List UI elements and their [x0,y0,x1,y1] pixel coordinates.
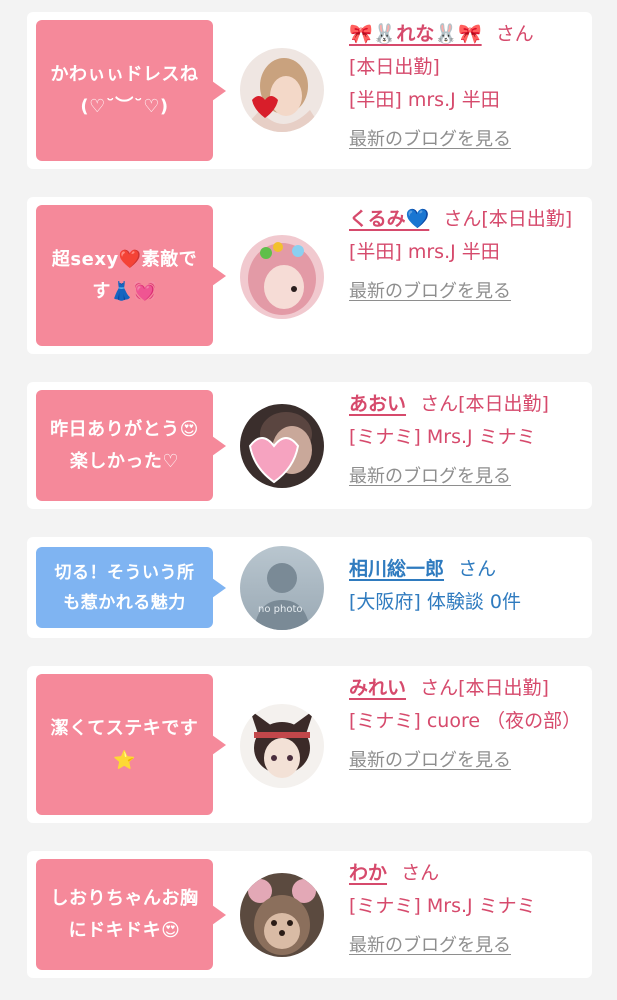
work-status: [本日出勤] [458,677,549,699]
review-card: かわぃぃドレスね (♡˘︶˘♡) 🎀🐰れな🐰🎀 さん [本日出勤] [半田] m… [27,12,592,169]
reviewer-name-link[interactable]: 🎀🐰れな🐰🎀 [349,23,482,45]
comment-line: す👗💓 [92,280,157,302]
reviewer-info: くるみ💙 さん[本日出勤] [半田] mrs.J 半田 最新のブログを見る [349,203,581,308]
comment-line: 超sexy❤️素敵で [51,248,198,270]
reviewer-name-link[interactable]: あおい [349,393,406,415]
reviewer-info: わか さん [ミナミ] Mrs.J ミナミ 最新のブログを見る [349,857,581,962]
work-status: [本日出勤] [349,56,440,78]
experience-count: [大阪府] 体験談 0件 [349,591,521,613]
reviewer-name-link[interactable]: 相川総一郎 [349,558,444,580]
comment-line: (♡˘︶˘♡) [80,95,169,117]
comment-line: 潔くてステキです [50,717,199,739]
work-status: [本日出勤] [481,208,573,230]
review-card: 潔くてステキです ⭐ みれい さん[本日出勤] [ミナミ] cuore （夜の部… [27,666,592,823]
comment-bubble: かわぃぃドレスね (♡˘︶˘♡) [36,20,226,161]
comment-line: 楽しかった♡ [69,450,180,472]
shop-name: [ミナミ] cuore （夜の部） [349,710,582,732]
reviewer-info: 🎀🐰れな🐰🎀 さん [本日出勤] [半田] mrs.J 半田 最新のブログを見る [349,18,581,156]
shop-name: [半田] mrs.J 半田 [349,89,500,111]
avatar[interactable] [240,48,324,132]
comment-line: 昨日ありがとう😍 [50,418,199,440]
latest-blog-link[interactable]: 最新のブログを見る [349,744,581,777]
comment-bubble: しおりちゃんお胸 にドキドキ😍 [36,859,226,970]
avatar[interactable] [240,235,324,319]
shop-name: [ミナミ] Mrs.J ミナミ [349,426,536,448]
honorific: さん [458,558,497,580]
honorific: さん [401,862,440,884]
shop-name: [半田] mrs.J 半田 [349,241,500,263]
latest-blog-link[interactable]: 最新のブログを見る [349,929,581,962]
latest-blog-link[interactable]: 最新のブログを見る [349,123,581,156]
honorific: さん [443,208,482,230]
avatar[interactable]: no photo [240,546,324,630]
latest-blog-link[interactable]: 最新のブログを見る [349,275,581,308]
latest-blog-link[interactable]: 最新のブログを見る [349,460,581,493]
review-card: 切る！そういう所 も惹かれる魅力 no photo 相川総一郎 さん [大阪府]… [27,537,592,638]
honorific: さん [420,393,459,415]
reviewer-name-link[interactable]: みれい [349,677,406,699]
review-list: かわぃぃドレスね (♡˘︶˘♡) 🎀🐰れな🐰🎀 さん [本日出勤] [半田] m… [0,0,617,1000]
comment-bubble: 昨日ありがとう😍 楽しかった♡ [36,390,226,501]
shop-name: [ミナミ] Mrs.J ミナミ [349,895,536,917]
reviewer-name-link[interactable]: くるみ💙 [349,208,429,230]
avatar[interactable] [240,704,324,788]
avatar[interactable] [240,873,324,957]
comment-line: しおりちゃんお胸 [50,887,199,909]
no-photo-label: no photo [258,604,302,615]
reviewer-info: あおい さん[本日出勤] [ミナミ] Mrs.J ミナミ 最新のブログを見る [349,388,581,493]
review-card: 昨日ありがとう😍 楽しかった♡ あおい さん[本日出勤] [ミナミ] Mrs.J… [27,382,592,509]
reviewer-info: みれい さん[本日出勤] [ミナミ] cuore （夜の部） 最新のブログを見る [349,672,581,777]
review-card: しおりちゃんお胸 にドキドキ😍 わか さん [ミナミ] Mrs.J ミナミ 最新… [27,851,592,978]
avatar[interactable] [240,404,324,488]
reviewer-name-link[interactable]: わか [349,862,387,884]
work-status: [本日出勤] [458,393,549,415]
comment-bubble: 超sexy❤️素敵で す👗💓 [36,205,226,346]
comment-line: ⭐ [113,749,136,771]
review-card: 超sexy❤️素敵で す👗💓 くるみ💙 さん[本日出勤] [半田] mrs.J … [27,197,592,354]
comment-line: も惹かれる魅力 [63,592,186,613]
comment-bubble: 潔くてステキです ⭐ [36,674,226,815]
honorific: さん [495,23,534,45]
comment-line: にドキドキ😍 [68,919,181,941]
comment-bubble: 切る！そういう所 も惹かれる魅力 [36,547,226,628]
comment-line: かわぃぃドレスね [50,63,199,85]
reviewer-info: 相川総一郎 さん [大阪府] 体験談 0件 [349,553,581,619]
honorific: さん [420,677,459,699]
comment-line: 切る！そういう所 [54,562,195,583]
